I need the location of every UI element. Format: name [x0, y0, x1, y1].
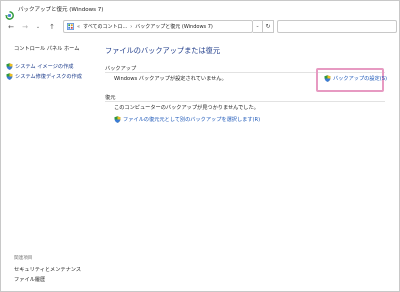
- sidebar-control-panel-home[interactable]: コントロール パネル ホーム: [14, 45, 79, 52]
- setup-backup-label: バックアップの設定(S): [333, 76, 388, 82]
- arrow-up-icon[interactable]: ↑: [46, 21, 58, 33]
- restore-status-text: このコンピューターのバックアップが見つかりませんでした。: [114, 105, 259, 111]
- sidebar-item-create-system-image[interactable]: システム イメージの作成: [6, 63, 73, 70]
- search-input[interactable]: [277, 20, 397, 33]
- sidebar-link-security-maintenance[interactable]: セキュリティとメンテナンス: [14, 266, 81, 273]
- title-bar: バックアップと復元 (Windows 7): [1, 1, 399, 20]
- breadcrumb-separator: ›: [130, 23, 133, 30]
- address-bar[interactable]: « すべてのコントロ... › バックアップと復元 (Windows 7): [63, 20, 253, 33]
- arrow-left-icon[interactable]: ←: [5, 21, 17, 33]
- arrow-right-icon[interactable]: →: [19, 21, 31, 33]
- restore-section-divider: [105, 101, 385, 102]
- backup-app-icon: [5, 5, 14, 20]
- setup-backup-button[interactable]: バックアップの設定(S): [324, 75, 387, 82]
- sidebar-item-label: システム修復ディスクの作成: [15, 74, 82, 80]
- sidebar-item-label: システム イメージの作成: [15, 64, 74, 70]
- select-other-backup-link[interactable]: ファイルの復元元として別のバックアップを選択します(R): [114, 116, 260, 123]
- backup-section-heading: バックアップ: [105, 66, 137, 72]
- restore-section-heading: 復元: [105, 95, 116, 101]
- uac-shield-icon: [324, 75, 331, 82]
- breadcrumb-overflow[interactable]: «: [77, 24, 80, 30]
- sidebar-link-file-history[interactable]: ファイル履歴: [14, 276, 45, 283]
- control-panel-icon: [67, 23, 74, 30]
- breadcrumb-control-panel[interactable]: すべてのコントロ...: [83, 23, 127, 30]
- backup-status-text: Windows バックアップが設定されていません。: [114, 76, 227, 82]
- uac-shield-icon: [6, 63, 13, 70]
- breadcrumb-backup-restore[interactable]: バックアップと復元 (Windows 7): [135, 23, 213, 30]
- main-content: ファイルのバックアップまたは復元 バックアップ Windows バックアップが設…: [101, 37, 399, 291]
- backup-restore-window: バックアップと復元 (Windows 7) ← → ⌄ ↑ « すべてのコントロ…: [0, 0, 400, 292]
- chevron-down-icon[interactable]: ⌄: [32, 21, 44, 33]
- navigation-bar: ← → ⌄ ↑ « すべてのコントロ... › バックアップと復元 (Windo…: [1, 17, 399, 37]
- related-heading: 関連項目: [14, 256, 33, 261]
- sidebar-item-create-repair-disc[interactable]: システム修復ディスクの作成: [6, 73, 82, 80]
- sidebar: コントロール パネル ホーム システム イメージの作成 システム修復ディスクの作…: [1, 37, 101, 291]
- page-title: ファイルのバックアップまたは復元: [105, 46, 221, 55]
- uac-shield-icon: [114, 116, 121, 123]
- uac-shield-icon: [6, 73, 13, 80]
- refresh-icon[interactable]: ↻: [263, 20, 274, 33]
- select-other-backup-label: ファイルの復元元として別のバックアップを選択します(R): [123, 117, 261, 123]
- window-title: バックアップと復元 (Windows 7): [18, 7, 104, 13]
- address-dropdown-icon[interactable]: ⌄: [253, 20, 263, 33]
